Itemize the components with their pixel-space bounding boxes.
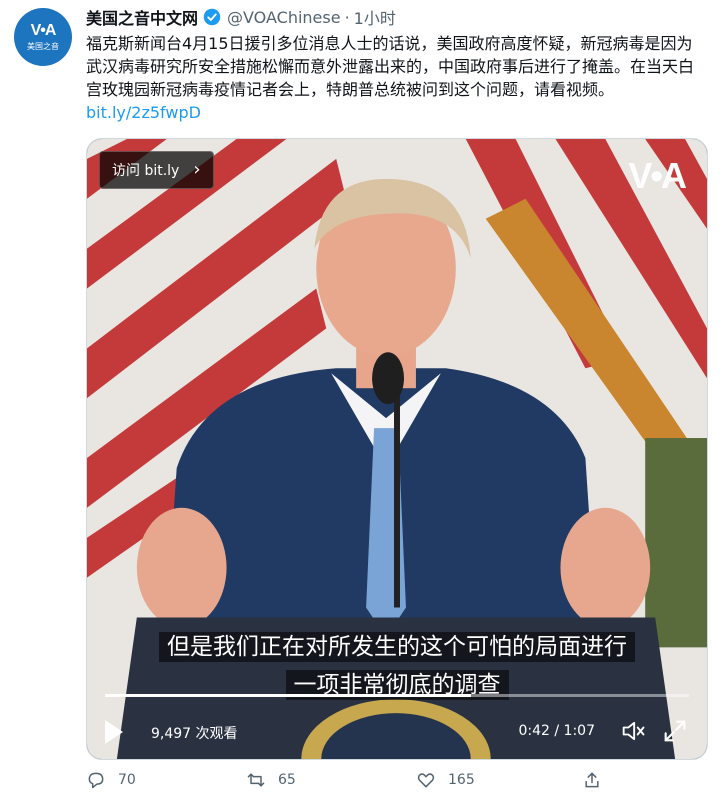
timestamp[interactable]: 1小时 — [354, 5, 396, 29]
separator: · — [344, 7, 350, 27]
progress-fill — [105, 694, 472, 697]
avatar[interactable]: V•A 美国之音 — [14, 8, 72, 66]
action-bar: 70 65 165 — [86, 770, 708, 796]
like-count: 165 — [448, 772, 475, 788]
tweet-text: 福克斯新闻台4月15日援引多位消息人士的话说，美国政府高度怀疑，新冠病毒是因为武… — [86, 32, 708, 124]
heart-icon — [417, 773, 435, 788]
video-player[interactable]: 访问 bit.ly › V•A 但是我们正在对所发生的这个可怕的局面进行 一项非… — [86, 138, 708, 760]
avatar-logo: V•A — [30, 22, 57, 39]
voa-watermark: V•A — [628, 155, 687, 196]
subtitle-line-1: 但是我们正在对所发生的这个可怕的局面进行 — [87, 627, 707, 662]
visit-link-button[interactable]: 访问 bit.ly › — [99, 151, 214, 189]
chevron-right-icon: › — [193, 159, 201, 180]
reply-count: 70 — [118, 772, 136, 788]
tweet-link[interactable]: bit.ly/2z5fwpD — [86, 103, 201, 122]
timecode: 0:42 / 1:07 — [518, 723, 596, 739]
share-button[interactable] — [582, 770, 614, 790]
fullscreen-icon[interactable] — [661, 717, 689, 745]
retweet-button[interactable]: 65 — [246, 770, 296, 790]
display-name[interactable]: 美国之音中文网 — [86, 5, 198, 29]
tweet-header: 美国之音中文网 @VOAChinese · 1小时 — [86, 5, 396, 29]
retweet-count: 65 — [278, 772, 296, 788]
verified-badge-icon — [203, 8, 221, 26]
play-icon[interactable] — [105, 720, 123, 744]
tweet-body: 福克斯新闻台4月15日援引多位消息人士的话说，美国政府高度怀疑，新冠病毒是因为武… — [86, 34, 695, 99]
progress-bar[interactable] — [105, 694, 689, 697]
reply-button[interactable]: 70 — [86, 770, 136, 790]
volume-icon[interactable] — [619, 717, 647, 745]
reply-icon — [88, 772, 104, 789]
like-button[interactable]: 165 — [416, 770, 475, 790]
visit-label: 访问 bit.ly — [112, 163, 180, 179]
share-icon — [585, 772, 599, 788]
retweet-icon — [247, 773, 265, 787]
avatar-sub: 美国之音 — [27, 42, 59, 51]
video-controls: 9,497 次观看 0:42 / 1:07 — [87, 711, 707, 751]
handle[interactable]: @VOAChinese — [227, 8, 341, 27]
view-count: 9,497 次观看 — [151, 726, 238, 742]
